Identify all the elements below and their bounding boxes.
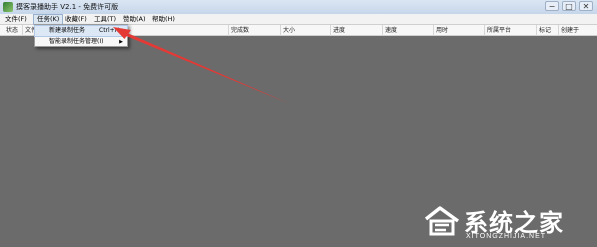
chevron-right-icon: ▶ — [119, 39, 123, 45]
column-speed[interactable]: 速度 — [382, 25, 397, 36]
column-status[interactable]: 状态 — [4, 25, 18, 36]
title-bar[interactable]: 摸客录播助手 V2.1 - 免费许可版 − □ ✕ — [0, 0, 597, 14]
column-elapsed[interactable]: 用时 — [433, 25, 448, 36]
watermark: 系统之家 XITONGZHIJIA.NET — [420, 195, 597, 247]
window-title: 摸客录播助手 V2.1 - 免费许可版 — [16, 3, 119, 11]
menu-help[interactable]: 帮助(H) — [149, 14, 178, 25]
column-size[interactable]: 大小 — [280, 25, 295, 36]
column-progress[interactable]: 进度 — [330, 25, 345, 36]
menu-item-new-recording-task[interactable]: 新建录制任务 Ctrl+N — [34, 25, 128, 37]
close-button[interactable]: ✕ — [579, 1, 593, 11]
maximize-button[interactable]: □ — [562, 1, 576, 11]
menu-item-smart-task-manager[interactable]: 智能录制任务管理(I) ▶ — [35, 37, 127, 47]
minimize-button[interactable]: − — [545, 1, 559, 11]
menu-file[interactable]: 文件(F) — [2, 14, 30, 25]
column-tag[interactable]: 标记 — [536, 25, 551, 36]
task-menu-dropdown: 新建录制任务 Ctrl+N 智能录制任务管理(I) ▶ — [34, 24, 128, 47]
window-controls: − □ ✕ — [545, 1, 593, 11]
new-task-shortcut: Ctrl+N — [99, 27, 120, 34]
arrow-shaft — [112, 26, 289, 104]
app-window: 摸客录播助手 V2.1 - 免费许可版 − □ ✕ 文件(F) 任务(K) 收藏… — [0, 0, 597, 247]
smart-task-label: 智能录制任务管理(I) — [49, 38, 104, 45]
app-icon — [3, 2, 13, 12]
watermark-url: XITONGZHIJIA.NET — [466, 233, 547, 240]
column-platform[interactable]: 所属平台 — [484, 25, 511, 36]
column-created[interactable]: 创建于 — [558, 25, 579, 36]
house-logo-icon — [424, 206, 460, 236]
new-task-label: 新建录制任务 — [49, 27, 86, 34]
column-completed[interactable]: 完成数 — [228, 25, 249, 36]
